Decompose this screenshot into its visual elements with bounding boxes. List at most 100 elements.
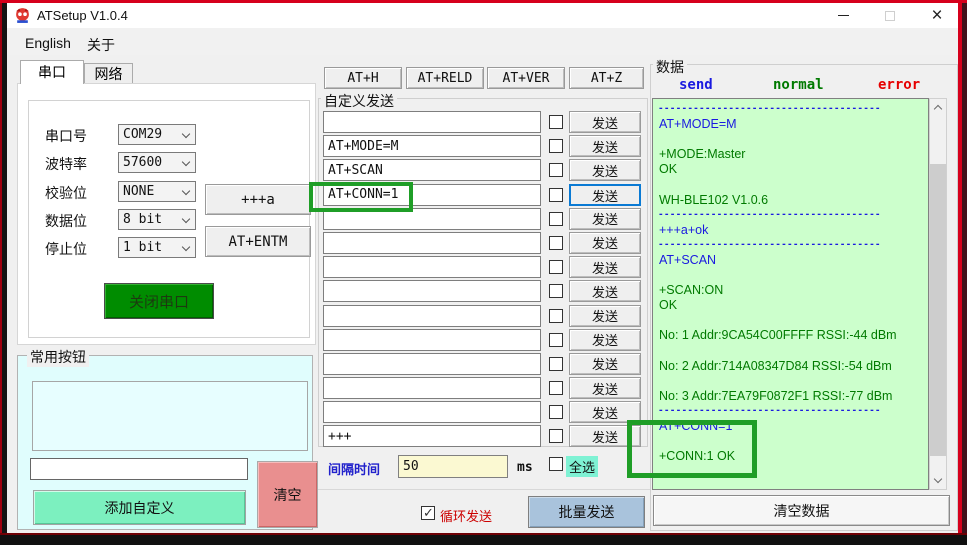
log-line: No: 1 Addr:9CA54C00FFFF RSSI:-44 dBm: [659, 328, 928, 343]
at-reld-button[interactable]: AT+RELD: [406, 67, 484, 89]
batch-send-button[interactable]: 批量发送: [528, 496, 645, 528]
log-line: [659, 374, 928, 389]
tab-network[interactable]: 网络: [84, 63, 133, 84]
select-all-label[interactable]: 全选: [566, 456, 598, 477]
send-button[interactable]: 发送: [569, 425, 641, 447]
chevron-down-icon: [182, 215, 190, 223]
log-line: --------------------------------------: [659, 238, 928, 253]
send-button[interactable]: 发送: [569, 329, 641, 351]
scrollbar-thumb[interactable]: [930, 164, 946, 456]
divider: [318, 489, 650, 490]
at-entm-button[interactable]: AT+ENTM: [205, 226, 311, 257]
data-log[interactable]: -------------------------------------- A…: [652, 98, 929, 490]
window-border-left: [0, 3, 7, 533]
close-serial-port-button[interactable]: 关闭串口: [104, 283, 214, 319]
custom-command-input[interactable]: [323, 377, 541, 399]
row-checkbox[interactable]: [549, 284, 563, 298]
send-button[interactable]: 发送: [569, 111, 641, 133]
window-border-right: [958, 3, 967, 533]
common-buttons-listbox[interactable]: [32, 381, 308, 451]
data-group-label: 数据: [653, 57, 687, 77]
legend-error: error: [878, 77, 920, 93]
stop-bits-select[interactable]: 1 bit: [118, 237, 196, 258]
custom-command-list: 发送 发送 发送 发送 发送 发送 发送: [323, 111, 643, 447]
chevron-down-icon: [182, 187, 190, 195]
close-button[interactable]: ×: [920, 3, 954, 28]
loop-send-label[interactable]: 循环发送: [440, 506, 492, 525]
new-command-input[interactable]: [30, 458, 248, 480]
custom-command-input[interactable]: [323, 111, 541, 133]
row-checkbox[interactable]: [549, 429, 563, 443]
scroll-up-icon[interactable]: [930, 99, 946, 116]
command-row: 发送: [323, 401, 643, 423]
tab-serial[interactable]: 串口: [20, 60, 84, 84]
row-checkbox[interactable]: [549, 139, 563, 153]
interval-input[interactable]: [398, 455, 508, 478]
send-button[interactable]: 发送: [569, 208, 641, 230]
menu-item-english[interactable]: English: [21, 33, 75, 53]
menu-item-about[interactable]: 关于: [83, 33, 119, 57]
select-all-checkbox[interactable]: [549, 457, 563, 471]
send-button[interactable]: 发送: [569, 159, 641, 181]
at-ver-button[interactable]: AT+VER: [487, 67, 565, 89]
parity-select[interactable]: NONE: [118, 181, 196, 202]
send-button[interactable]: 发送: [569, 377, 641, 399]
interval-label: 间隔时间: [328, 459, 380, 478]
serial-port-select[interactable]: COM29: [118, 124, 196, 145]
custom-command-input[interactable]: [323, 208, 541, 230]
custom-send-group-label: 自定义发送: [321, 91, 397, 111]
send-button[interactable]: 发送: [569, 135, 641, 157]
parity-label: 校验位: [45, 183, 87, 203]
row-checkbox[interactable]: [549, 381, 563, 395]
at-z-button[interactable]: AT+Z: [569, 67, 644, 89]
row-checkbox[interactable]: [549, 357, 563, 371]
app-logo-icon: [14, 7, 31, 24]
row-checkbox[interactable]: [549, 115, 563, 129]
common-buttons-group-label: 常用按钮: [27, 347, 89, 367]
custom-command-input[interactable]: [323, 159, 541, 181]
clear-data-button[interactable]: 清空数据: [653, 495, 950, 526]
exit-at-mode-button[interactable]: +++a: [205, 184, 311, 215]
row-checkbox[interactable]: [549, 163, 563, 177]
title-bar[interactable]: ATSetup V1.0.4 ×: [7, 3, 958, 28]
send-button[interactable]: 发送: [569, 353, 641, 375]
log-scrollbar[interactable]: [929, 98, 947, 490]
send-button[interactable]: 发送: [569, 401, 641, 423]
row-checkbox[interactable]: [549, 236, 563, 250]
row-checkbox[interactable]: [549, 333, 563, 347]
custom-command-input[interactable]: [323, 184, 541, 206]
custom-command-input[interactable]: [323, 256, 541, 278]
add-custom-button[interactable]: 添加自定义: [33, 490, 246, 525]
scroll-down-icon[interactable]: [930, 472, 946, 489]
log-line: --------------------------------------: [659, 208, 928, 223]
maximize-button[interactable]: [873, 3, 907, 28]
baud-rate-select[interactable]: 57600: [118, 152, 196, 173]
row-checkbox[interactable]: [549, 309, 563, 323]
send-button[interactable]: 发送: [569, 280, 641, 302]
custom-command-input[interactable]: [323, 135, 541, 157]
log-line: +MODE:Master: [659, 147, 928, 162]
log-line: [659, 132, 928, 147]
custom-command-input[interactable]: [323, 401, 541, 423]
custom-command-input[interactable]: [323, 232, 541, 254]
minimize-button[interactable]: [826, 3, 860, 28]
row-checkbox[interactable]: [549, 405, 563, 419]
log-line: [659, 177, 928, 192]
row-checkbox[interactable]: [549, 260, 563, 274]
custom-command-input[interactable]: [323, 305, 541, 327]
custom-command-input[interactable]: [323, 280, 541, 302]
custom-command-input[interactable]: [323, 425, 541, 447]
custom-command-input[interactable]: [323, 353, 541, 375]
send-button[interactable]: 发送: [569, 256, 641, 278]
send-button[interactable]: 发送: [569, 232, 641, 254]
send-button[interactable]: 发送: [569, 305, 641, 327]
row-checkbox[interactable]: [549, 188, 563, 202]
custom-command-input[interactable]: [323, 329, 541, 351]
row-checkbox[interactable]: [549, 212, 563, 226]
loop-send-checkbox[interactable]: [421, 506, 435, 520]
log-line: --------------------------------------: [659, 102, 928, 117]
clear-list-button[interactable]: 清空: [257, 461, 318, 528]
at-h-button[interactable]: AT+H: [324, 67, 402, 89]
send-button-focused[interactable]: 发送: [569, 184, 641, 206]
data-bits-select[interactable]: 8 bit: [118, 209, 196, 230]
